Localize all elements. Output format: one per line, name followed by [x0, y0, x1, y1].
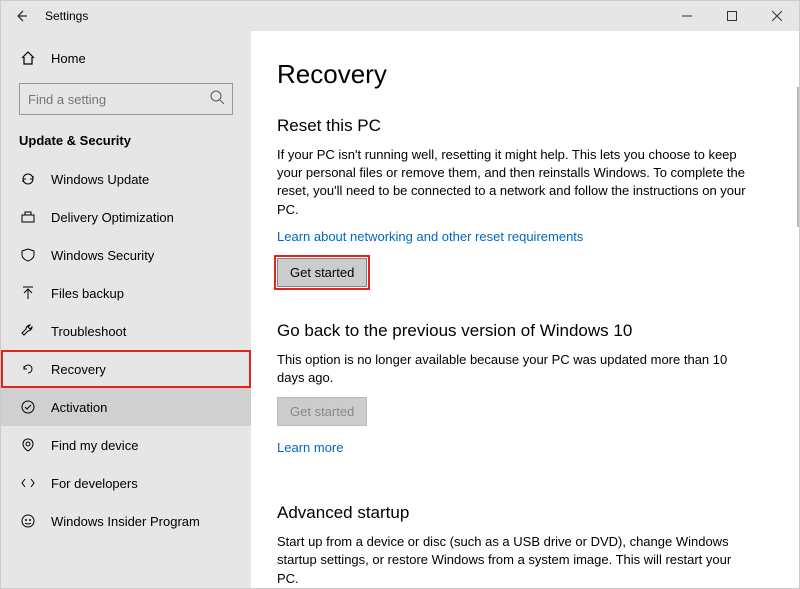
sidebar-item-label: Windows Update: [51, 172, 149, 187]
minimize-button[interactable]: [664, 1, 709, 31]
sidebar-item-label: For developers: [51, 476, 138, 491]
minimize-icon: [682, 11, 692, 21]
sidebar-home-label: Home: [51, 51, 86, 66]
window-title: Settings: [45, 9, 88, 23]
close-icon: [772, 11, 782, 21]
maximize-button[interactable]: [709, 1, 754, 31]
titlebar: Settings: [1, 1, 799, 31]
sidebar-item-label: Delivery Optimization: [51, 210, 174, 225]
delivery-icon: [19, 208, 37, 226]
section-advanced-startup: Advanced startup Start up from a device …: [277, 503, 763, 588]
sidebar-item-home[interactable]: Home: [1, 43, 251, 73]
window-controls: [664, 1, 799, 31]
backup-icon: [19, 284, 37, 302]
close-button[interactable]: [754, 1, 799, 31]
page-title: Recovery: [277, 59, 763, 90]
sidebar-item-files-backup[interactable]: Files backup: [1, 274, 251, 312]
code-icon: [19, 474, 37, 492]
shield-icon: [19, 246, 37, 264]
arrow-left-icon: [14, 9, 28, 23]
search-input[interactable]: [19, 83, 233, 115]
goback-description: This option is no longer available becau…: [277, 351, 747, 387]
search-wrap: [1, 83, 251, 133]
main-content: Recovery Reset this PC If your PC isn't …: [251, 31, 799, 588]
sidebar-item-label: Troubleshoot: [51, 324, 126, 339]
location-icon: [19, 436, 37, 454]
sidebar-item-label: Windows Security: [51, 248, 154, 263]
sidebar-section-header: Update & Security: [1, 133, 251, 160]
sidebar-item-label: Recovery: [51, 362, 106, 377]
advanced-heading: Advanced startup: [277, 503, 763, 523]
sidebar-item-recovery[interactable]: Recovery: [1, 350, 251, 388]
sidebar-item-activation[interactable]: Activation: [1, 388, 251, 426]
section-go-back: Go back to the previous version of Windo…: [277, 321, 763, 469]
back-button[interactable]: [11, 9, 31, 23]
sidebar-nav: Windows Update Delivery Optimization Win…: [1, 160, 251, 540]
reset-heading: Reset this PC: [277, 116, 763, 136]
reset-get-started-button[interactable]: Get started: [277, 258, 367, 287]
scrollbar[interactable]: [797, 87, 799, 227]
maximize-icon: [727, 11, 737, 21]
advanced-description: Start up from a device or disc (such as …: [277, 533, 747, 588]
sidebar-item-windows-update[interactable]: Windows Update: [1, 160, 251, 198]
sidebar-item-find-my-device[interactable]: Find my device: [1, 426, 251, 464]
search-icon: [209, 89, 225, 105]
wrench-icon: [19, 322, 37, 340]
sync-icon: [19, 170, 37, 188]
sidebar-item-windows-insider[interactable]: Windows Insider Program: [1, 502, 251, 540]
check-circle-icon: [19, 398, 37, 416]
reset-description: If your PC isn't running well, resetting…: [277, 146, 747, 219]
insider-icon: [19, 512, 37, 530]
goback-get-started-button: Get started: [277, 397, 367, 426]
sidebar-item-for-developers[interactable]: For developers: [1, 464, 251, 502]
section-reset-this-pc: Reset this PC If your PC isn't running w…: [277, 116, 763, 287]
sidebar-item-label: Files backup: [51, 286, 124, 301]
sidebar-item-troubleshoot[interactable]: Troubleshoot: [1, 312, 251, 350]
goback-heading: Go back to the previous version of Windo…: [277, 321, 763, 341]
sidebar-item-label: Windows Insider Program: [51, 514, 200, 529]
sidebar-item-label: Activation: [51, 400, 107, 415]
reset-learn-link[interactable]: Learn about networking and other reset r…: [277, 229, 583, 244]
settings-window: Settings Home Update & Security Windows …: [0, 0, 800, 589]
sidebar-item-label: Find my device: [51, 438, 138, 453]
recovery-icon: [19, 360, 37, 378]
sidebar: Home Update & Security Windows Update De…: [1, 31, 251, 588]
sidebar-item-windows-security[interactable]: Windows Security: [1, 236, 251, 274]
home-icon: [19, 49, 37, 67]
goback-learn-more-link[interactable]: Learn more: [277, 440, 343, 455]
sidebar-item-delivery-optimization[interactable]: Delivery Optimization: [1, 198, 251, 236]
